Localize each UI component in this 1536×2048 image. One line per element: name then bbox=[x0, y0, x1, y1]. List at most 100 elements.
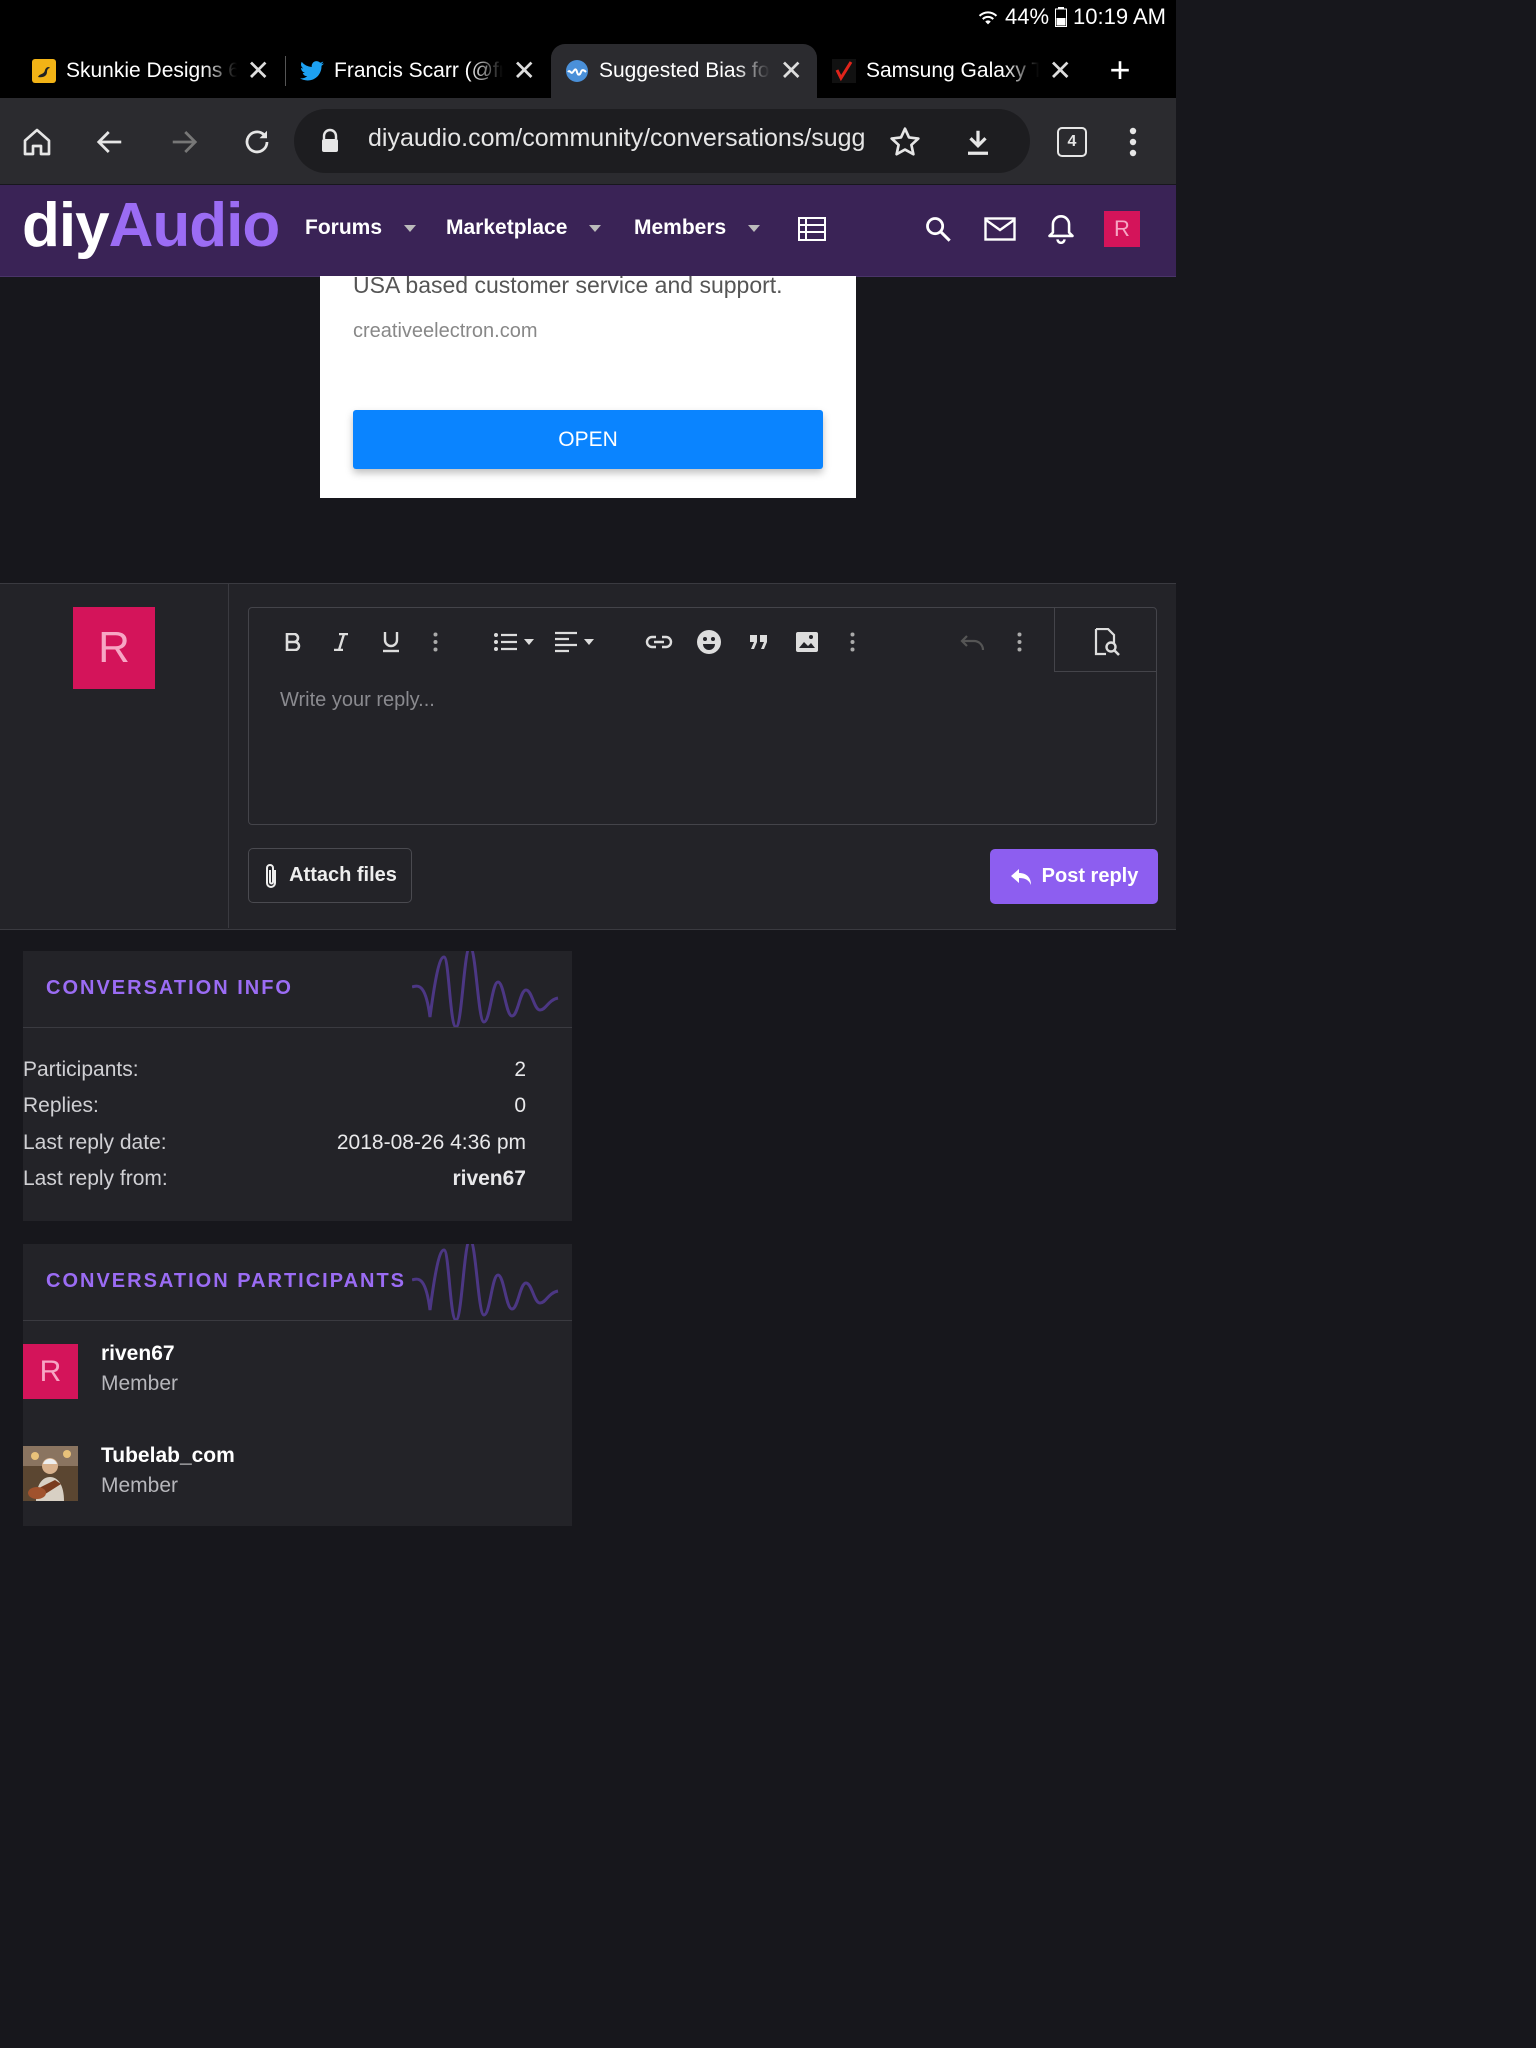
info-row-participants: Participants: 2 bbox=[23, 1058, 526, 1082]
chevron-down-icon[interactable] bbox=[748, 224, 761, 232]
verizon-check-icon bbox=[832, 59, 856, 83]
nav-marketplace[interactable]: Marketplace bbox=[446, 216, 602, 240]
block-title: CONVERSATION PARTICIPANTS bbox=[46, 1270, 407, 1292]
nav-forums-label: Forums bbox=[305, 216, 383, 239]
tab-switcher-button[interactable]: 4 bbox=[1052, 122, 1092, 162]
post-reply-button[interactable]: Post reply bbox=[990, 849, 1158, 904]
download-icon[interactable] bbox=[958, 122, 998, 162]
logo-text-diy: diy bbox=[22, 191, 110, 260]
ad-domain[interactable]: creativeelectron.com bbox=[353, 320, 538, 343]
lock-icon bbox=[318, 128, 342, 154]
user-avatar[interactable]: R bbox=[1104, 210, 1140, 248]
more-menu-icon[interactable] bbox=[1113, 122, 1153, 162]
image-icon[interactable] bbox=[792, 624, 822, 660]
attach-files-button[interactable]: Attach files bbox=[248, 848, 412, 903]
bell-icon[interactable] bbox=[1043, 210, 1079, 248]
back-icon[interactable] bbox=[90, 122, 130, 162]
participant-role: Member bbox=[101, 1474, 179, 1497]
block-title: CONVERSATION INFO bbox=[46, 977, 293, 999]
tab-title: Samsung Galaxy T bbox=[866, 59, 1039, 82]
decorative-wave bbox=[412, 1244, 559, 1320]
undo-icon[interactable] bbox=[958, 624, 988, 660]
reload-icon[interactable] bbox=[237, 122, 277, 162]
bold-icon[interactable] bbox=[278, 624, 308, 660]
participant-item[interactable]: Tubelab_com Member bbox=[23, 1444, 526, 1502]
new-tab-button[interactable]: + bbox=[1100, 52, 1140, 90]
info-row-replies: Replies: 0 bbox=[23, 1094, 526, 1118]
twitter-bird-icon bbox=[300, 60, 324, 82]
participant-role: Member bbox=[101, 1372, 179, 1395]
participant-avatar[interactable]: R bbox=[23, 1344, 78, 1399]
more-options-icon[interactable] bbox=[1010, 624, 1028, 660]
chevron-down-icon[interactable] bbox=[589, 224, 602, 232]
tab-close-icon[interactable]: ✕ bbox=[247, 57, 270, 85]
info-label: Participants: bbox=[23, 1058, 139, 1081]
paperclip-icon bbox=[263, 862, 279, 890]
chevron-down-icon[interactable] bbox=[404, 224, 417, 232]
browser-tab[interactable]: Skunkie Designs 6 ✕ bbox=[18, 44, 284, 98]
site-logo[interactable]: diyAudio bbox=[22, 190, 280, 262]
tab-count: 4 bbox=[1057, 127, 1087, 157]
info-value: 2 bbox=[514, 1058, 526, 1081]
block-header: CONVERSATION INFO bbox=[23, 951, 572, 1028]
block-header: CONVERSATION PARTICIPANTS bbox=[23, 1244, 572, 1321]
emoji-icon[interactable] bbox=[694, 624, 724, 660]
tab-title: Suggested Bias fo bbox=[599, 59, 770, 82]
diyaudio-favicon-icon bbox=[565, 59, 589, 83]
status-indicators: 44% 10:19 AM bbox=[977, 4, 1166, 30]
battery-level: 44% bbox=[1005, 4, 1050, 29]
participant-item[interactable]: R riven67 Member bbox=[23, 1342, 526, 1400]
search-icon[interactable] bbox=[920, 210, 956, 248]
browser-tab[interactable]: Samsung Galaxy T ✕ bbox=[818, 44, 1086, 98]
info-row-last-reply-date: Last reply date: 2018-08-26 4:36 pm bbox=[23, 1131, 526, 1155]
reply-user-avatar[interactable]: R bbox=[73, 607, 155, 689]
info-label: Last reply date: bbox=[23, 1131, 167, 1154]
link-icon[interactable] bbox=[644, 624, 674, 660]
inbox-icon[interactable] bbox=[982, 210, 1018, 248]
attach-files-label: Attach files bbox=[289, 864, 397, 886]
underline-icon[interactable] bbox=[376, 624, 406, 660]
last-reply-user-link[interactable]: riven67 bbox=[452, 1167, 526, 1191]
tab-title: Skunkie Designs 6 bbox=[66, 59, 237, 82]
reply-arrow-icon bbox=[1010, 868, 1032, 886]
ad-open-button[interactable]: OPEN bbox=[353, 410, 823, 469]
reply-placeholder: Write your reply... bbox=[280, 689, 435, 711]
preview-icon[interactable] bbox=[1090, 624, 1124, 660]
info-value: 2018-08-26 4:36 pm bbox=[336, 1131, 526, 1154]
decorative-wave bbox=[412, 951, 559, 1027]
clock: 10:19 AM bbox=[1073, 4, 1166, 29]
more-insert-options-icon[interactable] bbox=[843, 624, 861, 660]
tab-close-icon[interactable]: ✕ bbox=[513, 57, 536, 85]
italic-icon[interactable] bbox=[326, 624, 356, 660]
participant-name[interactable]: riven67 bbox=[101, 1342, 175, 1366]
nav-members-label: Members bbox=[634, 216, 727, 239]
battery-icon bbox=[1055, 7, 1068, 27]
tab-close-icon[interactable]: ✕ bbox=[780, 57, 803, 85]
url-text[interactable]: diyaudio.com/community/conversations/sug… bbox=[368, 124, 870, 158]
info-value: 0 bbox=[514, 1094, 526, 1117]
forward-icon[interactable] bbox=[164, 122, 204, 162]
tab-close-icon[interactable]: ✕ bbox=[1049, 57, 1072, 85]
info-row-last-reply-from: Last reply from: riven67 bbox=[23, 1167, 526, 1191]
browser-tab[interactable]: Francis Scarr (@fr ✕ bbox=[286, 44, 550, 98]
user-avatar-initial: R bbox=[1104, 211, 1140, 247]
info-label: Replies: bbox=[23, 1094, 99, 1117]
wifi-icon bbox=[977, 6, 999, 28]
more-text-options-icon[interactable] bbox=[426, 624, 444, 660]
skunk-favicon-icon bbox=[32, 59, 56, 83]
list-dropdown-icon[interactable] bbox=[492, 624, 538, 660]
nav-forums[interactable]: Forums bbox=[305, 216, 417, 240]
align-dropdown-icon[interactable] bbox=[554, 624, 598, 660]
ad-description: USA based customer service and support. bbox=[353, 272, 783, 298]
whats-new-list-icon[interactable] bbox=[794, 210, 830, 248]
nav-members[interactable]: Members bbox=[634, 216, 761, 240]
info-label: Last reply from: bbox=[23, 1167, 168, 1190]
participant-avatar-photo[interactable] bbox=[23, 1446, 78, 1501]
quote-icon[interactable] bbox=[744, 624, 774, 660]
participant-name[interactable]: Tubelab_com bbox=[101, 1444, 235, 1468]
tab-title: Francis Scarr (@fr bbox=[334, 59, 503, 82]
home-icon[interactable] bbox=[17, 122, 57, 162]
star-icon[interactable] bbox=[885, 122, 925, 162]
post-reply-label: Post reply bbox=[1041, 865, 1139, 887]
browser-tab-active[interactable]: Suggested Bias fo ✕ bbox=[551, 44, 817, 98]
